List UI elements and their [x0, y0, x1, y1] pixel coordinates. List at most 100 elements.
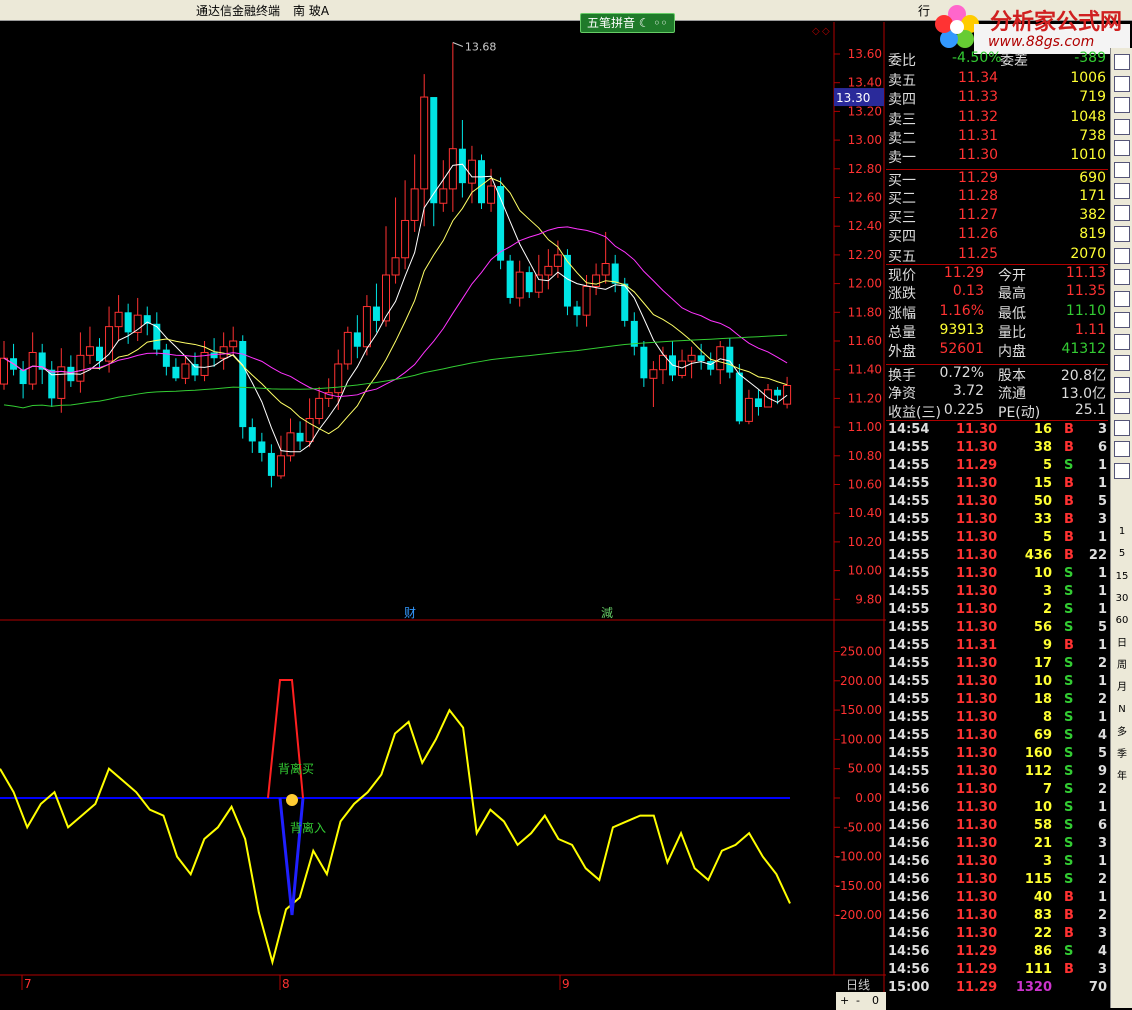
quote-row: 买三 11.27 382 [886, 207, 1108, 226]
kline-chart[interactable]: ◇ ◇ 13.60 13.40 13.20 13.00 12.80 12.60 12.40 12.… [0, 0, 886, 1010]
zoom-reset-button[interactable]: 0 [872, 992, 879, 1010]
quote-label: 总量 [888, 324, 916, 341]
money-icon[interactable] [1114, 247, 1130, 264]
candle-body [458, 148, 466, 184]
period-button[interactable]: 周 [1113, 658, 1131, 674]
period-button[interactable]: 月 [1113, 680, 1131, 696]
quote-price: 11.30 [958, 147, 999, 164]
period-button[interactable]: 日 [1113, 636, 1131, 652]
tick-volume: 16 [1033, 422, 1052, 437]
candle-body [478, 160, 485, 204]
window-icon[interactable] [1114, 226, 1130, 242]
date-label: 9 [562, 977, 570, 991]
price-axis-label: 12.00 [848, 277, 882, 291]
tick-volume: 9 [1042, 638, 1052, 653]
candle-body [726, 346, 734, 373]
zoom-out-button[interactable]: - [856, 992, 860, 1010]
period-button[interactable]: N [1113, 702, 1131, 718]
high-marker-line [452, 42, 464, 47]
circle-icon[interactable] [1114, 312, 1130, 328]
period-button[interactable]: 年 [1113, 769, 1131, 785]
grid-icon[interactable] [1114, 75, 1130, 92]
tick-count: 1 [1097, 566, 1107, 581]
candle-body [430, 97, 438, 204]
move-icon[interactable] [1114, 398, 1130, 414]
list-icon[interactable] [1114, 118, 1130, 135]
f10-icon[interactable] [1114, 204, 1130, 221]
bar-icon[interactable] [1114, 183, 1130, 199]
tick-count: 1 [1097, 602, 1107, 617]
tick-row: 14:56 11.30 21 S 3 [886, 836, 1108, 854]
chart-icon[interactable] [1114, 97, 1130, 113]
tick-count: 1 [1097, 710, 1107, 725]
candle-body [420, 96, 429, 190]
period-button[interactable]: 5 [1113, 546, 1131, 562]
tick-count: 4 [1097, 728, 1107, 743]
title-right-label[interactable]: 行 [918, 2, 930, 19]
line-chart-icon[interactable] [1114, 140, 1130, 156]
tick-side: B [1064, 638, 1074, 653]
candle-body [391, 257, 400, 276]
period-button[interactable]: 15 [1113, 569, 1131, 585]
quote-price: 11.26 [958, 226, 999, 243]
period-label[interactable]: 日线 [846, 976, 870, 993]
candle-icon[interactable] [1114, 161, 1130, 178]
period-button[interactable]: 多 [1113, 725, 1131, 741]
rsi-icon[interactable] [1114, 355, 1130, 371]
period-button[interactable]: 30 [1113, 591, 1131, 607]
tick-count: 1 [1097, 854, 1107, 869]
zoom-icon[interactable] [1114, 290, 1130, 307]
candle-body [76, 354, 85, 382]
period-button[interactable]: 季 [1113, 747, 1131, 763]
zoom-in-button[interactable]: + [840, 992, 849, 1010]
candle-body [162, 349, 170, 367]
quote-row: 买二 11.28 171 [886, 188, 1108, 207]
candle-body [735, 372, 743, 422]
divergence-buy-label: 背离买 [278, 761, 314, 776]
quote-value: 41312 [1061, 341, 1106, 358]
candle-body [592, 274, 601, 287]
quote-value: 93913 [939, 321, 984, 338]
tick-price: 11.30 [956, 872, 998, 887]
candle-body [19, 369, 27, 385]
refresh-icon[interactable] [1114, 462, 1130, 479]
indicator-axis-label: -150.00 [836, 879, 882, 893]
quote-row: 净资 3.72 流通 13.0亿 [886, 383, 1108, 402]
tick-side: B [1064, 962, 1074, 977]
tick-side: S [1064, 872, 1074, 887]
period-button[interactable]: 60 [1113, 613, 1131, 629]
quote-price: 11.28 [958, 187, 999, 204]
tick-row: 14:56 11.30 115 S 2 [886, 872, 1108, 890]
tick-row: 14:56 11.29 111 B 3 [886, 962, 1108, 980]
tick-count: 1 [1097, 638, 1107, 653]
quote-label: 委差 [1000, 53, 1028, 69]
candle-body [553, 254, 562, 267]
pen-icon[interactable] [1114, 419, 1130, 436]
tick-count: 1 [1097, 800, 1107, 815]
candle-body [506, 260, 514, 298]
period-button[interactable]: 1 [1113, 524, 1131, 540]
tick-count: 6 [1097, 818, 1107, 833]
compare-icon[interactable] [1114, 269, 1130, 285]
bolt-icon[interactable] [1114, 376, 1130, 393]
f5-icon[interactable] [1114, 441, 1130, 457]
wave-icon[interactable] [1114, 333, 1130, 350]
candle-body [362, 306, 371, 348]
tick-time: 14:56 [888, 800, 930, 815]
quote-row: 卖一 11.30 1010 [886, 147, 1108, 166]
tick-volume: 17 [1033, 656, 1052, 671]
quote-volume: 719 [1079, 89, 1106, 106]
tick-time: 14:55 [888, 656, 930, 671]
tick-row: 14:55 11.30 8 S 1 [886, 710, 1108, 728]
tick-price: 11.30 [956, 440, 998, 455]
quote-volume: 690 [1079, 169, 1106, 186]
quote-price: 11.25 [958, 245, 999, 262]
tick-count: 3 [1097, 422, 1107, 437]
quote-value: 11.13 [1065, 265, 1106, 281]
tick-price: 11.30 [956, 566, 998, 581]
tick-price: 11.30 [956, 584, 998, 599]
candle-body [515, 271, 524, 299]
quote-volume: 738 [1079, 127, 1106, 144]
pinyin-input-button[interactable]: 五笔拼音 ☾ ◦◦ [580, 13, 675, 33]
scroll-up-icon[interactable] [1114, 54, 1130, 70]
